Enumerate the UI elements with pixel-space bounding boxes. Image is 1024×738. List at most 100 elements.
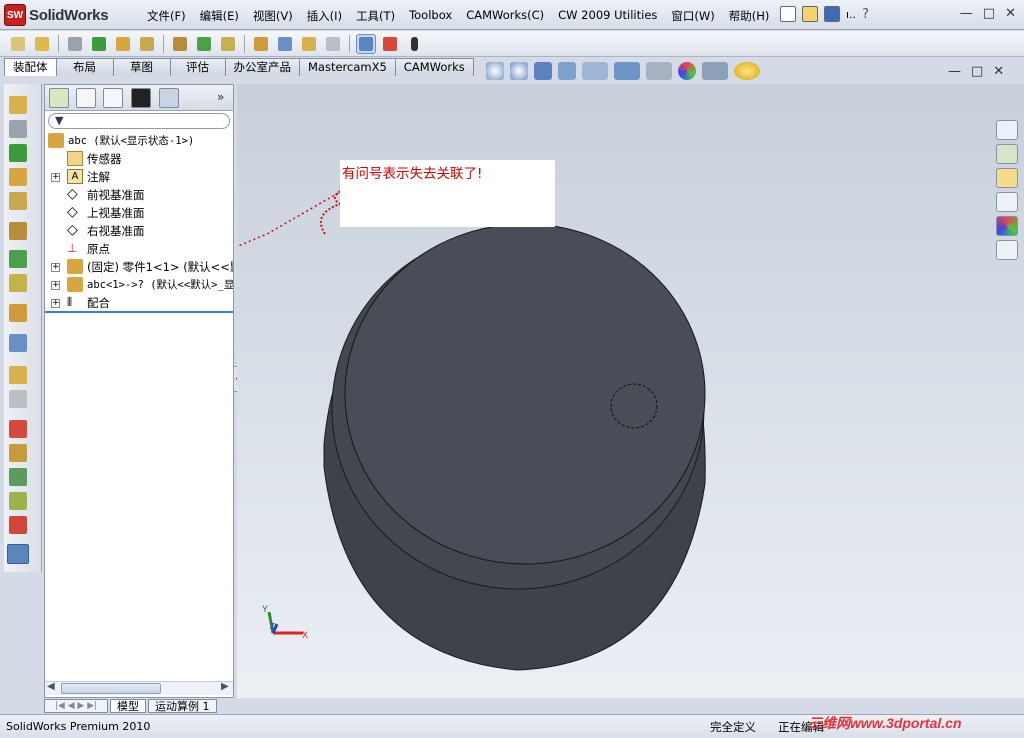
more-tools-button[interactable]: ı.. — [846, 8, 856, 21]
assembly-features-icon[interactable] — [194, 34, 214, 54]
tree-item-origin[interactable]: ⊥ 原点 — [45, 240, 233, 258]
cylinder-top-face[interactable] — [344, 223, 706, 565]
mate-icon[interactable] — [65, 34, 85, 54]
tab-navigation-arrows[interactable]: |◀ ◀ ▶ ▶| — [44, 699, 108, 713]
home-icon[interactable] — [996, 120, 1018, 140]
save-icon[interactable] — [824, 6, 840, 22]
tab-camworks[interactable]: CAMWorks — [394, 58, 474, 76]
new-motion-study-icon[interactable] — [251, 34, 271, 54]
doc-close-button[interactable]: ✕ — [993, 64, 1004, 79]
tab-layout[interactable]: 布局 — [55, 58, 114, 76]
assembly-features-icon[interactable] — [9, 250, 27, 268]
tab-motion-study[interactable]: 运动算例 1 — [148, 699, 217, 713]
menu-edit[interactable]: 编辑(E) — [193, 6, 246, 26]
minimize-button[interactable]: — — [960, 6, 973, 21]
custom-properties-icon[interactable] — [996, 240, 1018, 260]
smart-fasteners-icon[interactable] — [113, 34, 133, 54]
assembly-visualization-icon[interactable] — [9, 492, 27, 510]
tab-model[interactable]: 模型 — [110, 699, 146, 713]
interference-detection-icon[interactable] — [9, 420, 27, 438]
close-button[interactable]: ✕ — [1005, 6, 1016, 21]
show-hidden-icon[interactable] — [170, 34, 190, 54]
new-motion-study-icon[interactable] — [9, 304, 27, 322]
previous-view-icon[interactable] — [534, 62, 552, 80]
zoom-to-fit-icon[interactable] — [486, 62, 504, 80]
insert-component-icon[interactable] — [8, 34, 28, 54]
tree-root[interactable]: abc (默认<显示状态-1>) — [45, 132, 233, 150]
explode-line-sketch-icon[interactable] — [9, 390, 27, 408]
insert-component-icon[interactable] — [9, 96, 27, 114]
tree-item-top-plane[interactable]: ◇ 上视基准面 — [45, 204, 233, 222]
appearances-icon[interactable] — [996, 216, 1018, 236]
view-orientation-icon[interactable] — [582, 62, 608, 80]
exploded-view-icon[interactable] — [9, 366, 27, 384]
open-folder-icon[interactable] — [802, 6, 818, 22]
tree-item-mates[interactable]: + ⫴ 配合 — [45, 294, 233, 312]
horizontal-scrollbar[interactable]: ◀ ▶ — [45, 681, 233, 695]
display-style-icon[interactable] — [614, 62, 640, 80]
scroll-left-icon[interactable]: ◀ — [47, 681, 55, 692]
feature-tree-tab-icon[interactable] — [49, 88, 69, 108]
menu-help[interactable]: 帮助(H) — [722, 6, 777, 26]
menu-window[interactable]: 窗口(W) — [664, 6, 721, 26]
linear-pattern-icon[interactable] — [89, 34, 109, 54]
menu-tools[interactable]: 工具(T) — [349, 6, 402, 26]
tab-assembly[interactable]: 装配体 — [4, 58, 57, 76]
apply-scene-icon[interactable] — [702, 62, 728, 80]
mate-icon[interactable] — [9, 120, 27, 138]
expand-toggle[interactable]: + — [51, 173, 60, 182]
view-palette-icon[interactable] — [996, 192, 1018, 212]
expand-panel-icon[interactable]: » — [217, 90, 224, 104]
smart-fasteners-icon[interactable] — [9, 168, 27, 186]
zoom-to-area-icon[interactable] — [510, 62, 528, 80]
linear-pattern-icon[interactable] — [9, 144, 27, 162]
configuration-manager-tab-icon[interactable] — [103, 88, 123, 108]
expand-toggle[interactable]: + — [51, 263, 60, 272]
traffic-light-icon[interactable] — [404, 34, 424, 54]
tree-item-part1[interactable]: + (固定) 零件1<1> (默认<<默 — [45, 258, 233, 276]
dimxpert-tab-icon[interactable] — [159, 88, 179, 108]
move-component-icon[interactable] — [9, 192, 27, 210]
hole-alignment-icon[interactable] — [9, 468, 27, 486]
doc-restore-button[interactable]: □ — [971, 64, 983, 79]
menu-file[interactable]: 文件(F) — [140, 6, 193, 26]
menu-cw-utilities[interactable]: CW 2009 Utilities — [551, 6, 664, 26]
bill-of-materials-icon[interactable] — [9, 334, 27, 352]
tab-office-products[interactable]: 办公室产品 — [224, 58, 300, 76]
tree-item-annotations[interactable]: + A 注解 — [45, 168, 233, 186]
app-logo[interactable]: SW SolidWorks — [4, 4, 109, 26]
check-active-document-icon[interactable] — [9, 516, 27, 534]
tab-evaluate[interactable]: 评估 — [169, 58, 226, 76]
show-hidden-icon[interactable] — [9, 222, 27, 240]
tree-item-abc-subassembly[interactable]: + abc<1>->? (默认<<默认>_显 — [45, 276, 233, 294]
new-part-icon[interactable] — [32, 34, 52, 54]
design-library-icon[interactable] — [996, 144, 1018, 164]
hide-show-items-icon[interactable] — [646, 62, 672, 80]
tree-filter-input[interactable]: ▼ — [48, 113, 230, 129]
reference-geometry-icon[interactable] — [9, 274, 27, 292]
tab-mastercam[interactable]: MastercamX5 — [299, 58, 396, 76]
exploded-view-icon[interactable] — [299, 34, 319, 54]
help-icon[interactable]: ? — [862, 7, 869, 22]
explode-line-sketch-icon[interactable] — [323, 34, 343, 54]
tab-sketch[interactable]: 草图 — [112, 58, 171, 76]
instant3d-icon[interactable] — [7, 544, 29, 564]
clearance-verification-icon[interactable] — [9, 444, 27, 462]
tree-item-right-plane[interactable]: ◇ 右视基准面 — [45, 222, 233, 240]
menu-view[interactable]: 视图(V) — [246, 6, 300, 26]
scroll-right-icon[interactable]: ▶ — [221, 681, 229, 692]
tree-item-front-plane[interactable]: ◇ 前视基准面 — [45, 186, 233, 204]
scroll-thumb[interactable] — [61, 683, 161, 694]
restore-button[interactable]: □ — [983, 6, 995, 21]
expand-toggle[interactable]: + — [51, 299, 60, 308]
edit-appearance-icon[interactable] — [678, 62, 696, 80]
doc-minimize-button[interactable]: — — [948, 64, 961, 79]
view-settings-icon[interactable] — [734, 62, 760, 80]
section-view-icon[interactable] — [558, 62, 576, 80]
clearance-verification-icon[interactable] — [380, 34, 400, 54]
rollback-bar[interactable] — [45, 311, 233, 313]
tree-item-sensors[interactable]: 传感器 — [45, 150, 233, 168]
menu-toolbox[interactable]: Toolbox — [402, 6, 459, 26]
interference-detection-icon[interactable] — [356, 33, 376, 54]
expand-toggle[interactable]: + — [51, 281, 60, 290]
